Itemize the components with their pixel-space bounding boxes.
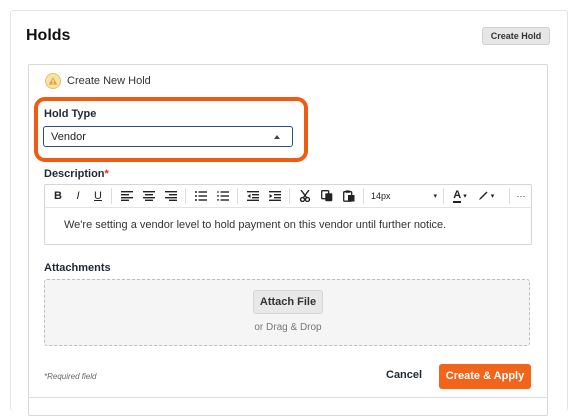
editor-toolbar: B I U 14px ▾ A ▾ ▾ ··· bbox=[45, 185, 531, 208]
drag-drop-hint: or Drag & Drop bbox=[254, 322, 322, 333]
cut-icon[interactable] bbox=[297, 188, 313, 204]
toolbar-divider bbox=[443, 188, 444, 204]
more-options-button[interactable]: ··· bbox=[513, 188, 529, 204]
panel-heading: Create New Hold bbox=[45, 73, 151, 89]
page-title: Holds bbox=[26, 27, 71, 44]
required-marker: * bbox=[104, 168, 109, 180]
create-apply-button[interactable]: Create & Apply bbox=[439, 364, 531, 389]
caret-up-icon bbox=[274, 134, 280, 139]
bold-button[interactable]: B bbox=[51, 188, 65, 204]
description-editor[interactable]: B I U 14px ▾ A ▾ ▾ ··· We're setting a v… bbox=[44, 184, 532, 245]
hold-type-select[interactable]: Vendor bbox=[43, 126, 293, 147]
toolbar-divider bbox=[363, 188, 364, 204]
text-color-button[interactable]: A ▾ bbox=[450, 188, 470, 204]
divider bbox=[28, 397, 548, 398]
font-size-select[interactable]: 14px ▾ bbox=[371, 188, 437, 204]
required-field-note: *Required field bbox=[44, 372, 97, 381]
align-right-icon[interactable] bbox=[163, 188, 179, 204]
description-label: Description* bbox=[44, 168, 109, 180]
toolbar-divider bbox=[111, 188, 112, 204]
description-label-text: Description bbox=[44, 168, 105, 180]
hold-type-label: Hold Type bbox=[44, 108, 97, 120]
chevron-down-icon: ▾ bbox=[433, 193, 437, 200]
description-text: We're setting a vendor level to hold pay… bbox=[64, 219, 447, 231]
create-hold-button[interactable]: Create Hold bbox=[482, 27, 550, 45]
toolbar-divider bbox=[289, 188, 290, 204]
hold-type-value: Vendor bbox=[51, 130, 86, 143]
outdent-icon[interactable] bbox=[245, 188, 261, 204]
attachments-label: Attachments bbox=[44, 262, 111, 274]
toolbar-divider bbox=[185, 188, 186, 204]
toolbar-divider bbox=[509, 188, 510, 204]
bullet-list-icon[interactable] bbox=[193, 188, 209, 204]
copy-icon[interactable] bbox=[319, 188, 335, 204]
align-center-icon[interactable] bbox=[141, 188, 157, 204]
highlight-pen-button[interactable]: ▾ bbox=[475, 188, 497, 204]
text-color-icon: A bbox=[453, 188, 462, 203]
cancel-button[interactable]: Cancel bbox=[386, 369, 422, 381]
align-left-icon[interactable] bbox=[119, 188, 135, 204]
italic-button[interactable]: I bbox=[71, 188, 85, 204]
paste-icon[interactable] bbox=[341, 188, 357, 204]
warning-icon bbox=[45, 73, 61, 89]
numbered-list-icon[interactable] bbox=[215, 188, 231, 204]
underline-button[interactable]: U bbox=[91, 188, 105, 204]
font-size-value: 14px bbox=[371, 191, 391, 201]
panel-heading-label: Create New Hold bbox=[67, 75, 151, 87]
chevron-down-icon: ▾ bbox=[463, 193, 467, 200]
attach-file-button[interactable]: Attach File bbox=[253, 290, 323, 314]
chevron-down-icon: ▾ bbox=[490, 193, 495, 200]
toolbar-divider bbox=[237, 188, 238, 204]
indent-icon[interactable] bbox=[267, 188, 283, 204]
pen-icon bbox=[478, 191, 488, 200]
